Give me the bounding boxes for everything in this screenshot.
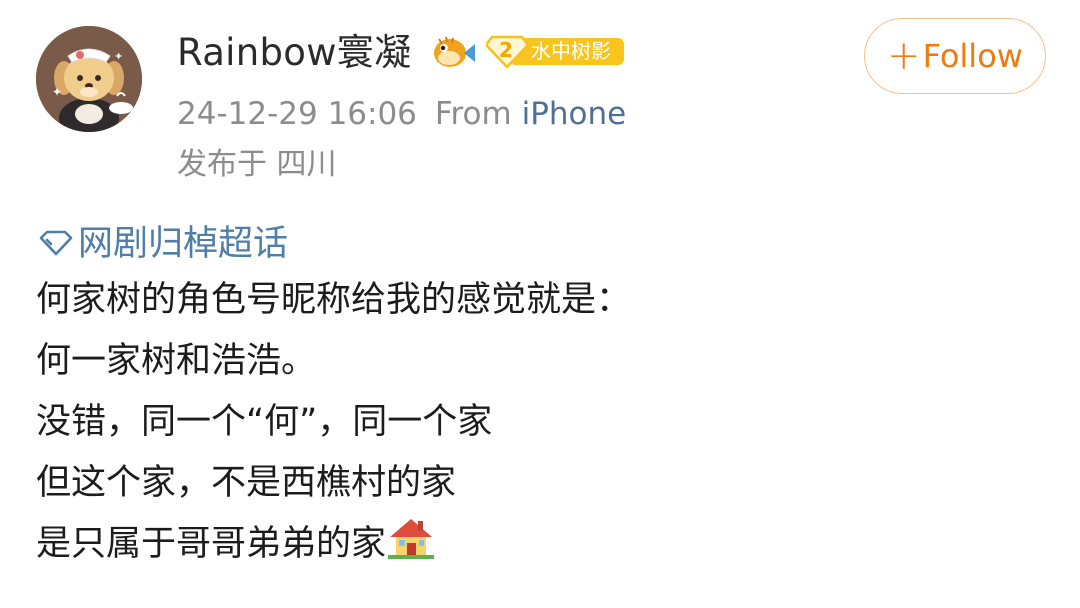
house-emoji-icon (388, 519, 435, 559)
location: 发布于 四川 (177, 147, 337, 182)
post-line: 何家树的角色号昵称给我的感觉就是： (36, 280, 632, 320)
svg-text:✦: ✦ (114, 50, 123, 63)
source-device[interactable]: iPhone (522, 96, 627, 132)
topic-label: 网剧归棹超话 (78, 224, 289, 264)
dog-maid-avatar-icon: ✦ ✦ (36, 26, 142, 132)
post-line: 但这个家，不是西樵村的家 (36, 463, 457, 503)
level-badge[interactable]: 水中树影 2 (486, 33, 626, 69)
post-line: 没错，同一个“何”，同一个家 (36, 402, 493, 442)
badge-level: 2 (499, 38, 513, 62)
plus-icon: + (887, 33, 921, 79)
post-line: 何一家树和浩浩。 (36, 341, 317, 381)
badge-label: 水中树影 (512, 38, 624, 65)
follow-label: Follow (922, 37, 1023, 75)
post-meta: 24-12-29 16:06 From iPhone (177, 94, 626, 134)
timestamp: 24-12-29 16:06 (177, 96, 417, 132)
post-line-text: 是只属于哥哥弟弟的家 (36, 524, 387, 564)
pufferfish-emoji-icon (434, 36, 475, 67)
post-content: 网剧归棹超话 何家树的角色号昵称给我的感觉就是： 何一家树和浩浩。 没错，同一个… (36, 218, 1050, 575)
avatar[interactable]: ✦ ✦ (36, 26, 142, 132)
svg-text:✦: ✦ (52, 85, 62, 99)
source-prefix: From (434, 96, 512, 132)
super-topic-diamond-icon (39, 230, 73, 256)
follow-button[interactable]: + Follow (864, 18, 1046, 94)
super-topic-link[interactable]: 网剧归棹超话 (36, 218, 1050, 270)
username[interactable]: Rainbow寰凝 (177, 30, 411, 76)
post-line-last: 是只属于哥哥弟弟的家 (36, 514, 1050, 575)
